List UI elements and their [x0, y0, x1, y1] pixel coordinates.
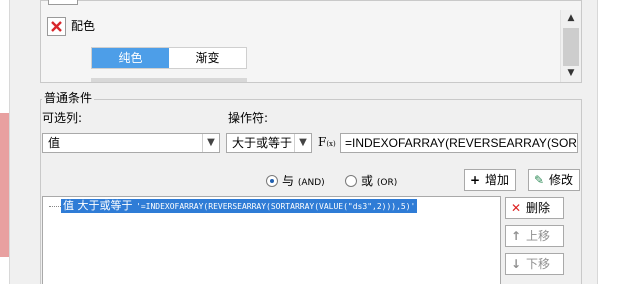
- formula-input-value: =INDEXOFARRAY(REVERSEARRAY(SORTARRAY(VAL…: [345, 136, 577, 150]
- or-label-sub: (OR): [376, 178, 398, 188]
- and-radio-label[interactable]: 与 (AND): [282, 173, 325, 191]
- remove-color-button[interactable]: [47, 17, 66, 36]
- modify-button-label: 修改: [549, 173, 574, 187]
- formula-input[interactable]: =INDEXOFARRAY(REVERSEARRAY(SORTARRAY(VAL…: [340, 133, 578, 153]
- arrow-up-icon: ↑: [510, 229, 522, 243]
- move-down-button-label: 下移: [526, 257, 551, 271]
- red-x-icon: ✕: [510, 201, 522, 215]
- formula-fx-icon[interactable]: F(x): [318, 132, 338, 154]
- list-item[interactable]: 值 大于或等于 '=INDEXOFARRAY(REVERSEARRAY(SORT…: [61, 199, 418, 213]
- chevron-down-icon[interactable]: ▼: [294, 134, 311, 152]
- tab-content-border: [91, 78, 247, 82]
- tab-solid-color[interactable]: 纯色: [92, 48, 169, 68]
- color-mode-tabs: 纯色 渐变: [91, 47, 247, 69]
- arrow-down-icon: ↓: [510, 257, 522, 271]
- column-select-value: 值: [48, 136, 61, 150]
- radio-selected-dot: [270, 179, 274, 183]
- move-down-button[interactable]: ↓ 下移: [505, 253, 564, 275]
- scroll-down-icon[interactable]: ▼: [564, 66, 578, 80]
- and-radio[interactable]: [266, 175, 278, 187]
- color-label: 配色: [71, 19, 96, 33]
- modify-button[interactable]: ✎ 修改: [528, 169, 580, 191]
- or-radio[interactable]: [345, 175, 357, 187]
- scroll-thumb[interactable]: [563, 28, 579, 66]
- panel-tab-handle[interactable]: [48, 0, 78, 5]
- add-button[interactable]: + 增加: [464, 169, 516, 191]
- edit-icon: ✎: [533, 173, 545, 187]
- fx-subscript: (x): [326, 140, 336, 148]
- group-title: 普通条件: [42, 91, 95, 105]
- left-highlight-strip: [0, 113, 9, 257]
- delete-button-label: 删除: [526, 201, 551, 215]
- red-x-icon: [51, 21, 62, 32]
- condition-prefix: 值 大于或等于: [63, 199, 136, 212]
- condition-formula: '=INDEXOFARRAY(REVERSEARRAY(SORTARRAY(VA…: [136, 202, 416, 211]
- operator-select-value: 大于或等于: [232, 136, 293, 150]
- operator-select[interactable]: 大于或等于 ▼: [226, 133, 312, 153]
- vertical-scrollbar[interactable]: ▲ ▼: [560, 10, 581, 82]
- and-label-text: 与: [282, 174, 295, 188]
- tree-connector: [49, 206, 61, 207]
- color-panel: [40, 0, 582, 83]
- delete-button[interactable]: ✕ 删除: [505, 197, 564, 219]
- right-background-strip: [597, 0, 617, 284]
- optional-column-label: 可选列:: [42, 111, 83, 125]
- operator-label: 操作符:: [228, 111, 269, 125]
- tab-gradient[interactable]: 渐变: [169, 48, 246, 68]
- add-button-label: 增加: [485, 173, 510, 187]
- move-up-button[interactable]: ↑ 上移: [505, 225, 564, 247]
- move-up-button-label: 上移: [526, 229, 551, 243]
- and-label-sub: (AND): [297, 178, 325, 188]
- chevron-down-icon[interactable]: ▼: [202, 134, 219, 152]
- plus-icon: +: [469, 173, 481, 187]
- condition-list[interactable]: 值 大于或等于 '=INDEXOFARRAY(REVERSEARRAY(SORT…: [42, 196, 501, 284]
- or-radio-label[interactable]: 或 (OR): [361, 173, 397, 191]
- scroll-up-icon[interactable]: ▲: [564, 11, 578, 25]
- or-label-text: 或: [361, 174, 374, 188]
- column-select[interactable]: 值 ▼: [42, 133, 220, 153]
